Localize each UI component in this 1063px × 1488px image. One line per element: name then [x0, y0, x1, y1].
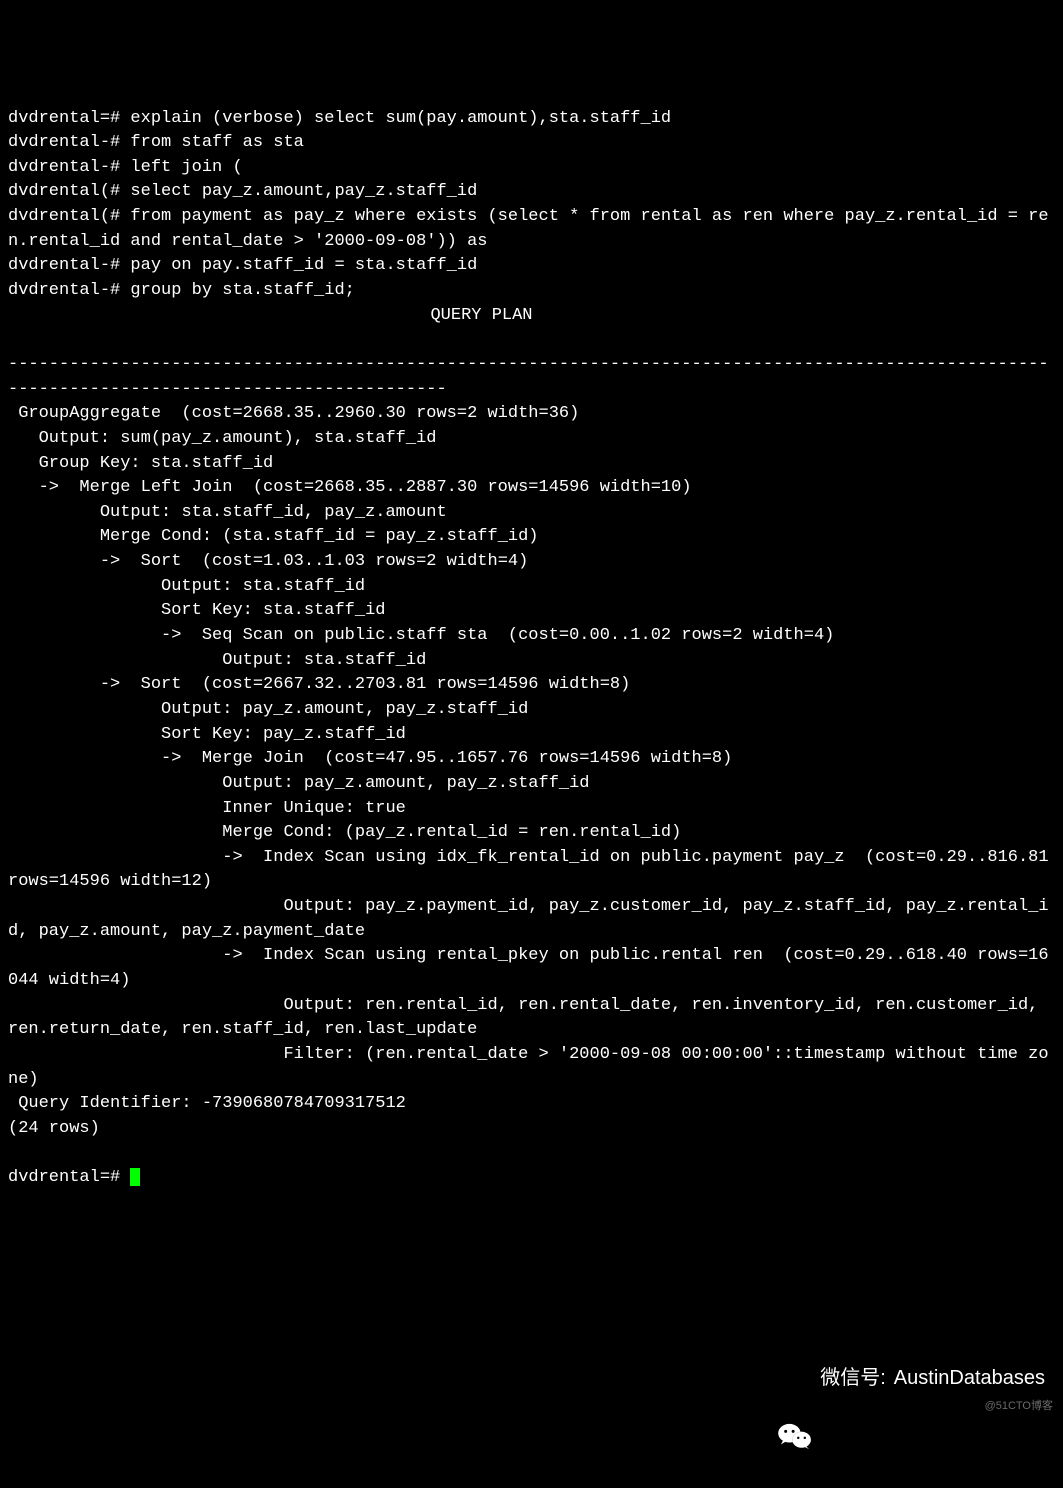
plan-line: -> Merge Join (cost=47.95..1657.76 rows=…: [8, 749, 732, 768]
plan-line: Merge Cond: (pay_z.rental_id = ren.renta…: [8, 823, 681, 842]
plan-line: Inner Unique: true: [8, 799, 406, 818]
query-line: explain (verbose) select sum(pay.amount)…: [130, 109, 671, 128]
blog-watermark: @51CTO博客: [985, 1399, 1053, 1415]
plan-line: GroupAggregate (cost=2668.35..2960.30 ro…: [8, 404, 579, 423]
separator-line: ----------------------------------------…: [8, 355, 1049, 399]
plan-line: Group Key: sta.staff_id: [8, 454, 273, 473]
terminal-output[interactable]: dvdrental=# explain (verbose) select sum…: [8, 107, 1055, 1191]
plan-line: Sort Key: sta.staff_id: [8, 601, 385, 620]
cursor-icon: [130, 1168, 140, 1186]
prompt: dvdrental-#: [8, 158, 130, 177]
plan-line: -> Sort (cost=2667.32..2703.81 rows=1459…: [8, 675, 630, 694]
prompt: dvdrental(#: [8, 207, 130, 226]
plan-line: Output: pay_z.payment_id, pay_z.customer…: [8, 897, 1049, 941]
plan-line: Output: ren.rental_id, ren.rental_date, …: [8, 996, 1049, 1040]
prompt: dvdrental-#: [8, 133, 130, 152]
plan-line: Output: pay_z.amount, pay_z.staff_id: [8, 774, 590, 793]
plan-line: Query Identifier: -7390680784709317512: [8, 1094, 406, 1113]
plan-line: Output: sta.staff_id: [8, 651, 426, 670]
query-line: from payment as pay_z where exists (sele…: [8, 207, 1049, 251]
plan-line: (24 rows): [8, 1119, 100, 1138]
plan-line: -> Seq Scan on public.staff sta (cost=0.…: [8, 626, 834, 645]
watermark-label: 微信号:: [820, 1364, 886, 1393]
query-line: select pay_z.amount,pay_z.staff_id: [130, 182, 477, 201]
plan-line: Output: sta.staff_id: [8, 577, 365, 596]
prompt: dvdrental=#: [8, 109, 130, 128]
plan-line: Output: sta.staff_id, pay_z.amount: [8, 503, 447, 522]
prompt: dvdrental-#: [8, 256, 130, 275]
plan-line: -> Index Scan using idx_fk_rental_id on …: [8, 848, 1059, 892]
wechat-watermark: 微信号: AustinDatabases: [778, 1364, 1045, 1393]
plan-line: Merge Cond: (sta.staff_id = pay_z.staff_…: [8, 527, 539, 546]
plan-line: Output: sum(pay_z.amount), sta.staff_id: [8, 429, 436, 448]
wechat-icon: [778, 1364, 812, 1392]
prompt: dvdrental=#: [8, 1168, 130, 1187]
prompt: dvdrental-#: [8, 281, 130, 300]
prompt: dvdrental(#: [8, 182, 130, 201]
query-line: pay on pay.staff_id = sta.staff_id: [130, 256, 477, 275]
plan-line: Sort Key: pay_z.staff_id: [8, 725, 406, 744]
plan-line: Filter: (ren.rental_date > '2000-09-08 0…: [8, 1045, 1049, 1089]
query-line: group by sta.staff_id;: [130, 281, 354, 300]
plan-line: -> Merge Left Join (cost=2668.35..2887.3…: [8, 478, 692, 497]
watermark-account: AustinDatabases: [894, 1364, 1045, 1393]
query-plan-header: QUERY PLAN: [8, 304, 1055, 329]
query-line: left join (: [130, 158, 242, 177]
plan-line: -> Index Scan using rental_pkey on publi…: [8, 946, 1049, 990]
plan-line: Output: pay_z.amount, pay_z.staff_id: [8, 700, 528, 719]
query-line: from staff as sta: [130, 133, 303, 152]
plan-line: -> Sort (cost=1.03..1.03 rows=2 width=4): [8, 552, 528, 571]
